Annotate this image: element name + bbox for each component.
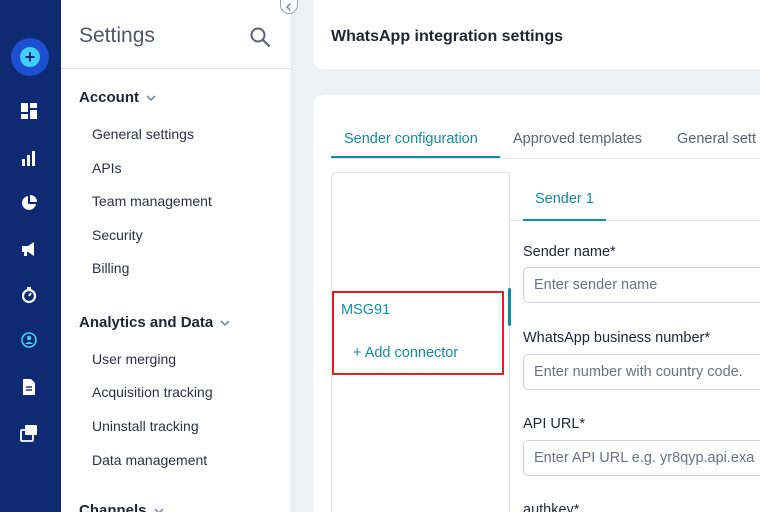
nav-item-billing[interactable]: Billing — [92, 260, 129, 276]
search-icon[interactable] — [249, 26, 271, 48]
pie-chart-icon[interactable] — [19, 193, 39, 213]
page-header: WhatsApp integration settings — [313, 0, 760, 69]
highlight-box — [332, 291, 504, 375]
nav-item-data-management[interactable]: Data management — [92, 452, 207, 468]
tab-sender-configuration[interactable]: Sender configuration — [344, 131, 478, 147]
api-url-label: API URL* — [523, 416, 586, 432]
chevron-down-icon — [220, 319, 230, 326]
nav-item-uninstall-tracking[interactable]: Uninstall tracking — [92, 418, 199, 434]
section-channels-label: Channels — [79, 502, 147, 512]
collapse-sidebar-button[interactable] — [280, 0, 298, 14]
whatsapp-number-label: WhatsApp business number* — [523, 330, 710, 346]
settings-header: Settings — [61, 0, 291, 69]
icon-rail: + — [0, 0, 61, 512]
settings-title: Settings — [79, 24, 155, 47]
authkey-label: authkey* — [523, 502, 580, 512]
tab-bar: Sender configuration Approved templates … — [331, 95, 760, 159]
section-analytics[interactable]: Analytics and Data — [79, 314, 231, 331]
sender-tab-indicator — [523, 219, 606, 221]
section-channels[interactable]: Channels — [79, 502, 165, 512]
active-connector-indicator — [508, 288, 511, 326]
nav-item-security[interactable]: Security — [92, 227, 143, 243]
dashboard-icon[interactable] — [19, 101, 39, 121]
chevron-down-icon — [146, 94, 156, 101]
settings-panel: Settings Account General settings APIs T… — [61, 0, 292, 512]
tab-general-settings[interactable]: General sett — [677, 131, 756, 147]
timer-icon[interactable] — [19, 285, 39, 305]
chevron-down-icon — [153, 507, 164, 512]
api-url-input[interactable] — [523, 440, 760, 476]
nav-item-acquisition-tracking[interactable]: Acquisition tracking — [92, 384, 213, 400]
divider — [509, 172, 510, 512]
add-icon[interactable]: + — [11, 38, 49, 76]
nav-item-user-merging[interactable]: User merging — [92, 351, 176, 367]
integration-card: Sender configuration Approved templates … — [313, 95, 760, 512]
chevron-left-icon — [285, 2, 292, 11]
page-title: WhatsApp integration settings — [331, 28, 563, 45]
active-tab-indicator — [331, 156, 500, 158]
nav-item-apis[interactable]: APIs — [92, 160, 122, 176]
nav-item-team-management[interactable]: Team management — [92, 193, 212, 209]
tab-sender-1[interactable]: Sender 1 — [535, 191, 594, 207]
megaphone-icon[interactable] — [19, 239, 39, 259]
section-account-label: Account — [79, 89, 139, 106]
sender-name-label: Sender name* — [523, 244, 616, 260]
sender-name-input[interactable] — [523, 267, 760, 303]
bar-chart-icon[interactable] — [19, 148, 39, 168]
section-account[interactable]: Account — [79, 89, 157, 106]
nav-item-general-settings[interactable]: General settings — [92, 126, 194, 142]
tab-approved-templates[interactable]: Approved templates — [513, 131, 642, 147]
windows-icon[interactable] — [19, 423, 39, 443]
whatsapp-number-input[interactable] — [523, 354, 760, 390]
section-analytics-label: Analytics and Data — [79, 314, 214, 331]
document-icon[interactable] — [19, 377, 39, 397]
target-user-icon[interactable] — [19, 330, 39, 350]
